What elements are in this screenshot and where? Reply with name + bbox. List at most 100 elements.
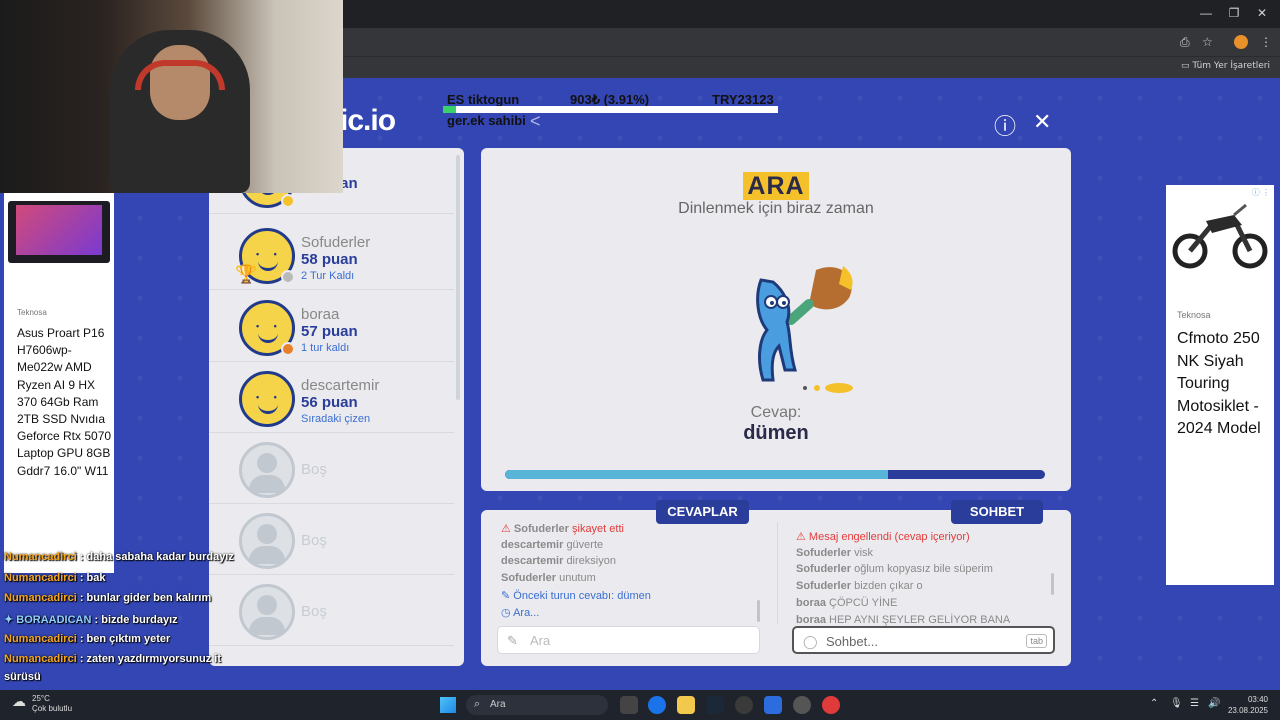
player-row[interactable]: Boş <box>209 434 454 504</box>
stream-chat-text: sürüsü <box>4 671 41 683</box>
laptop-image <box>8 201 110 263</box>
answer-label: Cevap: <box>750 404 802 421</box>
ad-right-title[interactable]: Cfmoto 250 NK Siyah Touring Motosiklet -… <box>1177 328 1273 441</box>
ad-right[interactable]: ⓘ ⋮ Teknosa Cfmoto 250 NK Siyah Touring … <box>1166 185 1274 585</box>
chat-line: ✎ Önceki turun cevabı: dümen <box>501 589 651 602</box>
all-bookmarks-link[interactable]: ▭ Tüm Yer İşaretleri <box>1181 61 1270 71</box>
profile-avatar[interactable] <box>1234 35 1248 49</box>
stream-chat-line: ✦ BORAADICAN : bizde burdayız <box>4 613 178 626</box>
avatar-mouth <box>258 404 278 414</box>
avatar-head <box>257 595 277 615</box>
empty-avatar <box>239 442 295 498</box>
avatar-body <box>249 475 285 493</box>
chat-input-placeholder: Sohbet... <box>826 634 879 649</box>
stream-chat-text: : bak <box>79 572 106 584</box>
microphone-icon[interactable]: 🎙 <box>1170 698 1183 709</box>
word-text: ARA <box>743 172 809 200</box>
player-name: Sofuderler <box>301 234 371 251</box>
tab-answers[interactable]: CEVAPLAR <box>656 500 749 524</box>
webcam-overlay <box>0 0 343 193</box>
player-status: 1 tur kaldı <box>301 342 350 354</box>
install-app-icon[interactable]: ⎙ <box>1180 35 1190 50</box>
player-points: 57 puan <box>301 323 358 340</box>
stream-chat-text: : bizde burdayız <box>94 614 178 626</box>
app-icon[interactable] <box>764 696 782 714</box>
answer-word: dümen <box>743 422 809 444</box>
mascot-image <box>756 266 853 393</box>
tab-key-hint: tab <box>1026 634 1047 648</box>
chrome-icon[interactable] <box>648 696 666 714</box>
trophy-icon: 🏆 <box>235 264 258 284</box>
share-icon[interactable]: < <box>530 111 541 132</box>
all-bookmarks-label: Tüm Yer İşaretleri <box>1192 61 1270 71</box>
chat-scrollbar[interactable] <box>1051 573 1054 595</box>
player-row[interactable]: • • 🏆 Sofuderler 58 puan 2 Tur Kaldı <box>209 220 454 290</box>
edit-icon: ✎ <box>501 589 514 602</box>
player-avatar: • • <box>239 371 295 427</box>
stream-chat-text: : bunlar gider ben kalırım <box>79 592 212 604</box>
clock[interactable]: 03:40 23.08.2025 <box>1228 694 1268 716</box>
avatar-eyes: • • <box>256 249 283 259</box>
file-explorer-icon[interactable] <box>677 696 695 714</box>
answers-scrollbar[interactable] <box>757 600 760 622</box>
player-status-dot <box>281 194 295 208</box>
chat-text: güverte <box>566 538 604 551</box>
settings-gear-icon[interactable] <box>793 696 811 714</box>
headset <box>135 60 225 90</box>
player-row[interactable]: Boş <box>209 576 454 646</box>
stream-chat-line: Numancadirci : bunlar gider ben kalırım <box>4 592 211 604</box>
empty-slot-label: Boş <box>301 461 327 478</box>
player-row[interactable]: • • descartemir 56 puan Sıradaki çizen <box>209 363 454 433</box>
chat-text: Mesaj engellendi (cevap içeriyor) <box>808 531 970 543</box>
obs-icon[interactable] <box>735 696 753 714</box>
chat-user: boraa <box>796 596 826 609</box>
minimize-button[interactable]: — <box>1196 6 1216 20</box>
ad-left[interactable]: Teknosa Asus Proart P16 H7606wp-Me022w A… <box>4 193 114 573</box>
ad-left-brand: Teknosa <box>17 308 47 317</box>
tray-chevron-icon[interactable]: ⌃ <box>1150 698 1158 709</box>
taskbar-search[interactable]: ⌕ Ara <box>466 695 608 715</box>
restore-button[interactable]: ❐ <box>1224 6 1244 20</box>
menu-dots-icon[interactable]: ⋮ <box>1260 35 1272 49</box>
close-icon[interactable]: ✕ <box>1033 109 1051 135</box>
chat-user: descartemir <box>501 555 564 568</box>
bookmark-star-icon[interactable]: ☆ <box>1202 35 1213 49</box>
game-logo[interactable]: ic.io <box>340 104 396 138</box>
player-list-scrollbar[interactable] <box>456 155 460 400</box>
laptop-screen <box>16 205 102 255</box>
chat-divider <box>777 522 778 624</box>
stream-chat-text: : zaten yazdırmıyorsunuz it <box>79 653 222 665</box>
avatar-body <box>249 546 285 564</box>
chat-user: descartemir <box>501 538 564 551</box>
ad-left-title[interactable]: Asus Proart P16 H7606wp-Me022w AMD Ryzen… <box>17 325 112 480</box>
player-list: • •19260 puan• •🏆Sofuderler58 puan2 Tur … <box>209 148 464 666</box>
info-icon[interactable]: ⓘ <box>994 109 1016 141</box>
chat-text: HEP AYNI ŞEYLER GELİYOR BANA <box>829 613 1011 626</box>
task-view-icon[interactable] <box>620 696 638 714</box>
chat-user: Sofuderler <box>796 580 852 593</box>
avatar-mouth <box>258 261 278 271</box>
player-status-dot <box>281 270 295 284</box>
close-window-button[interactable]: ✕ <box>1252 6 1272 20</box>
tab-chat[interactable]: SOHBET <box>951 500 1043 524</box>
chat-input[interactable]: ◯ Sohbet... tab <box>792 626 1055 654</box>
steam-icon[interactable] <box>706 696 724 714</box>
network-icon[interactable]: ☰ <box>1190 698 1199 709</box>
volume-icon[interactable]: 🔊 <box>1208 698 1220 709</box>
drawing-board[interactable]: ARA Dinlenmek için biraz zaman Cevap: dü… <box>481 148 1071 491</box>
chat-line: Sofuderler visk <box>796 547 873 559</box>
ticker-progress-fill <box>443 106 457 113</box>
windows-start-icon[interactable] <box>440 697 456 713</box>
chat-line: boraa HEP AYNI ŞEYLER GELİYOR BANA <box>796 614 1010 626</box>
chat-line: ◷ Ara... <box>501 606 539 619</box>
stream-chat-text: : daha sabaha kadar burdayız <box>79 551 234 563</box>
taskbar: ☁ 25°C Çok bulutlu ⌕ Ara ⌃ 🎙 ☰ 🔊 03:40 23… <box>0 690 1280 720</box>
chat-user: Sofuderler <box>796 546 852 559</box>
player-row[interactable]: • • boraa 57 puan 1 tur kaldı <box>209 292 454 362</box>
clock-time: 03:40 <box>1247 695 1268 704</box>
answer-input[interactable]: ✎ Ara <box>497 626 760 654</box>
app-red-icon[interactable] <box>822 696 840 714</box>
chat-text: ÇÖPCÜ YİNE <box>829 596 898 609</box>
stream-chat-user: Numancadirci <box>4 551 77 563</box>
player-row[interactable]: Boş <box>209 505 454 575</box>
